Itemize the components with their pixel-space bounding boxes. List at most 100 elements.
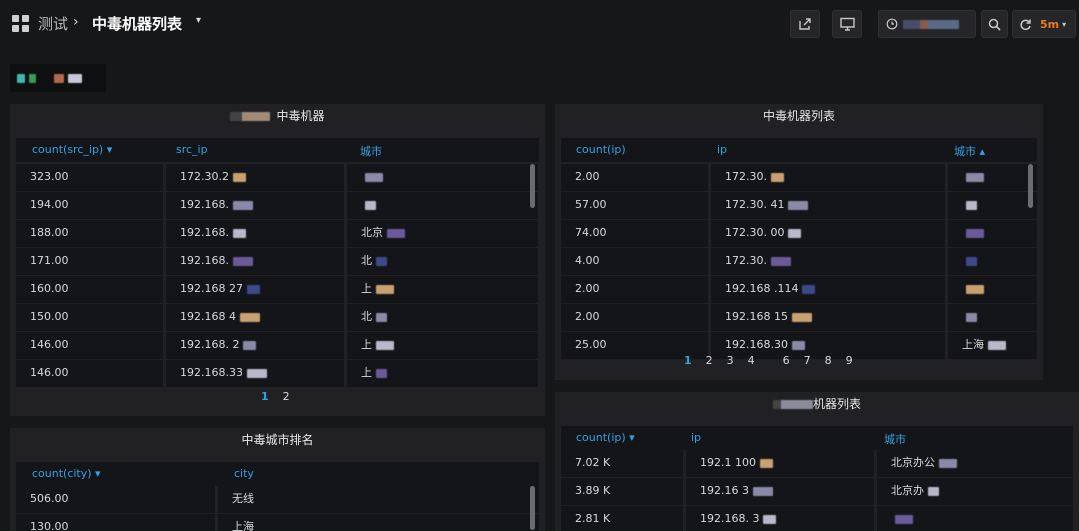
search-icon (988, 18, 1001, 31)
table-row: 194.00 192.168. (16, 192, 539, 220)
column-header[interactable]: 城市 (360, 143, 382, 159)
table-cell: 74.00 (561, 220, 708, 247)
table-cell: 北京 (347, 220, 538, 247)
redacted-block (771, 172, 784, 182)
column-header[interactable]: 城市 ▴ (954, 143, 985, 159)
dashboard-grid-icon[interactable] (12, 15, 29, 32)
dashboard-title[interactable]: 中毒机器列表 (92, 13, 182, 34)
column-header[interactable]: ip (691, 431, 701, 444)
cell-text: 北京办公 (891, 456, 935, 469)
table-cell: 192.168.33 (166, 360, 344, 387)
redacted-block (966, 200, 977, 210)
cell-text: 2.00 (575, 170, 600, 183)
redacted-block (232, 200, 253, 210)
cell-text: 188.00 (30, 226, 69, 239)
cell-text: 192.1 100 (700, 456, 756, 469)
table-cell: 上 (347, 276, 538, 303)
page-link[interactable]: 1 (254, 390, 276, 403)
table-row: 146.00 192.168. 2 上 (16, 332, 539, 360)
table-row: 150.00 192.168 4 北 (16, 304, 539, 332)
scrollbar[interactable] (1028, 164, 1033, 208)
page-link[interactable]: 4 (741, 354, 762, 367)
cell-text: 192.168. (180, 254, 229, 267)
table-cell: 172.30. (711, 248, 945, 275)
share-icon (799, 18, 811, 30)
chevron-down-icon[interactable]: ▾ (1062, 20, 1066, 29)
table-cell: 146.00 (16, 360, 163, 387)
page-link[interactable]: 7 (797, 354, 818, 367)
cell-text: 57.00 (575, 198, 607, 211)
cell-text: 7.02 K (575, 456, 611, 469)
cell-text: 323.00 (30, 170, 69, 183)
panel-infected-machines: 中毒机器 count(src_ip) ▾ src_ip 城市 323.00 172… (10, 104, 545, 416)
table-row: 130.00 上海 (16, 514, 539, 531)
cell-text: 192.16 3 (700, 484, 749, 497)
page-link[interactable]: 6 (776, 354, 797, 367)
page-link[interactable]: 2 (276, 390, 297, 403)
column-header[interactable]: ip (717, 143, 727, 156)
table-cell: 北 (347, 248, 538, 275)
column-header[interactable]: count(ip) ▾ (576, 431, 635, 444)
table-cell (877, 506, 1073, 531)
column-header[interactable]: 城市 (884, 431, 906, 447)
redacted-block (928, 486, 939, 496)
cell-text: 2.00 (575, 282, 600, 295)
redacted-block (966, 228, 984, 238)
redacted-block (387, 228, 405, 238)
table-cell: 192.168 15 (711, 304, 945, 331)
panel-title[interactable]: 机器列表 (555, 392, 1079, 420)
redacted-block (243, 340, 257, 350)
redacted-block (376, 368, 387, 378)
cell-text: 上 (361, 338, 372, 351)
panel-title[interactable]: 中毒城市排名 (10, 428, 545, 456)
redacted-block (376, 340, 394, 350)
redacted-block (376, 256, 387, 266)
cell-text: 194.00 (30, 198, 69, 211)
breadcrumb-folder[interactable]: 测试 (38, 13, 68, 34)
redacted-block (788, 200, 809, 210)
column-header[interactable]: src_ip (176, 143, 208, 156)
cell-text: 171.00 (30, 254, 69, 267)
chevron-down-icon[interactable]: ▾ (196, 15, 201, 26)
column-header[interactable]: count(ip) (576, 143, 626, 156)
page-link[interactable]: 9 (839, 354, 860, 367)
time-range-picker[interactable] (878, 10, 976, 38)
panel-infected-machine-list: 中毒机器列表 count(ip) ip 城市 ▴ 2.00 172.30. 57.0… (555, 104, 1043, 380)
table-cell: 172.30. (711, 164, 945, 191)
page-link[interactable]: 2 (699, 354, 720, 367)
scrollbar[interactable] (530, 164, 535, 208)
redacted-block (895, 514, 913, 524)
panel-title[interactable]: 中毒机器 (10, 104, 545, 132)
template-variable[interactable] (10, 64, 106, 92)
table-cell (948, 304, 1037, 331)
column-header[interactable]: city (234, 467, 254, 480)
redacted-block (966, 284, 984, 294)
table-cell (948, 192, 1037, 219)
table-row: 2.00 192.168 15 (561, 304, 1037, 332)
cell-text: 192.168. 2 (180, 338, 240, 351)
share-button[interactable] (790, 10, 820, 38)
redacted-block (788, 228, 802, 238)
redacted-block (939, 458, 957, 468)
table-cell: 172.30. 41 (711, 192, 945, 219)
column-header[interactable]: count(city) ▾ (32, 467, 101, 480)
scrollbar[interactable] (530, 486, 535, 530)
page-link[interactable]: 8 (818, 354, 839, 367)
page-link[interactable]: 1 (677, 354, 699, 367)
table-header: count(ip) ▾ ip 城市 (561, 426, 1073, 450)
refresh-interval[interactable]: 5m (1040, 18, 1059, 31)
column-header[interactable]: count(src_ip) ▾ (32, 143, 112, 156)
panel-title[interactable]: 中毒机器列表 (555, 104, 1043, 132)
cell-text: 北 (361, 254, 372, 267)
refresh-button[interactable]: 5m ▾ (1012, 10, 1076, 38)
refresh-icon (1020, 19, 1031, 30)
page-link[interactable] (762, 354, 776, 367)
tv-mode-button[interactable] (832, 10, 862, 38)
table-cell (347, 164, 538, 191)
table-header: count(city) ▾ city (16, 462, 539, 486)
zoom-out-button[interactable] (981, 10, 1008, 38)
cell-text: 192.168.30 (725, 338, 788, 351)
cell-text: 上海 (232, 520, 254, 531)
page-link[interactable]: 3 (720, 354, 741, 367)
cell-text: 192.168. 3 (700, 512, 760, 525)
